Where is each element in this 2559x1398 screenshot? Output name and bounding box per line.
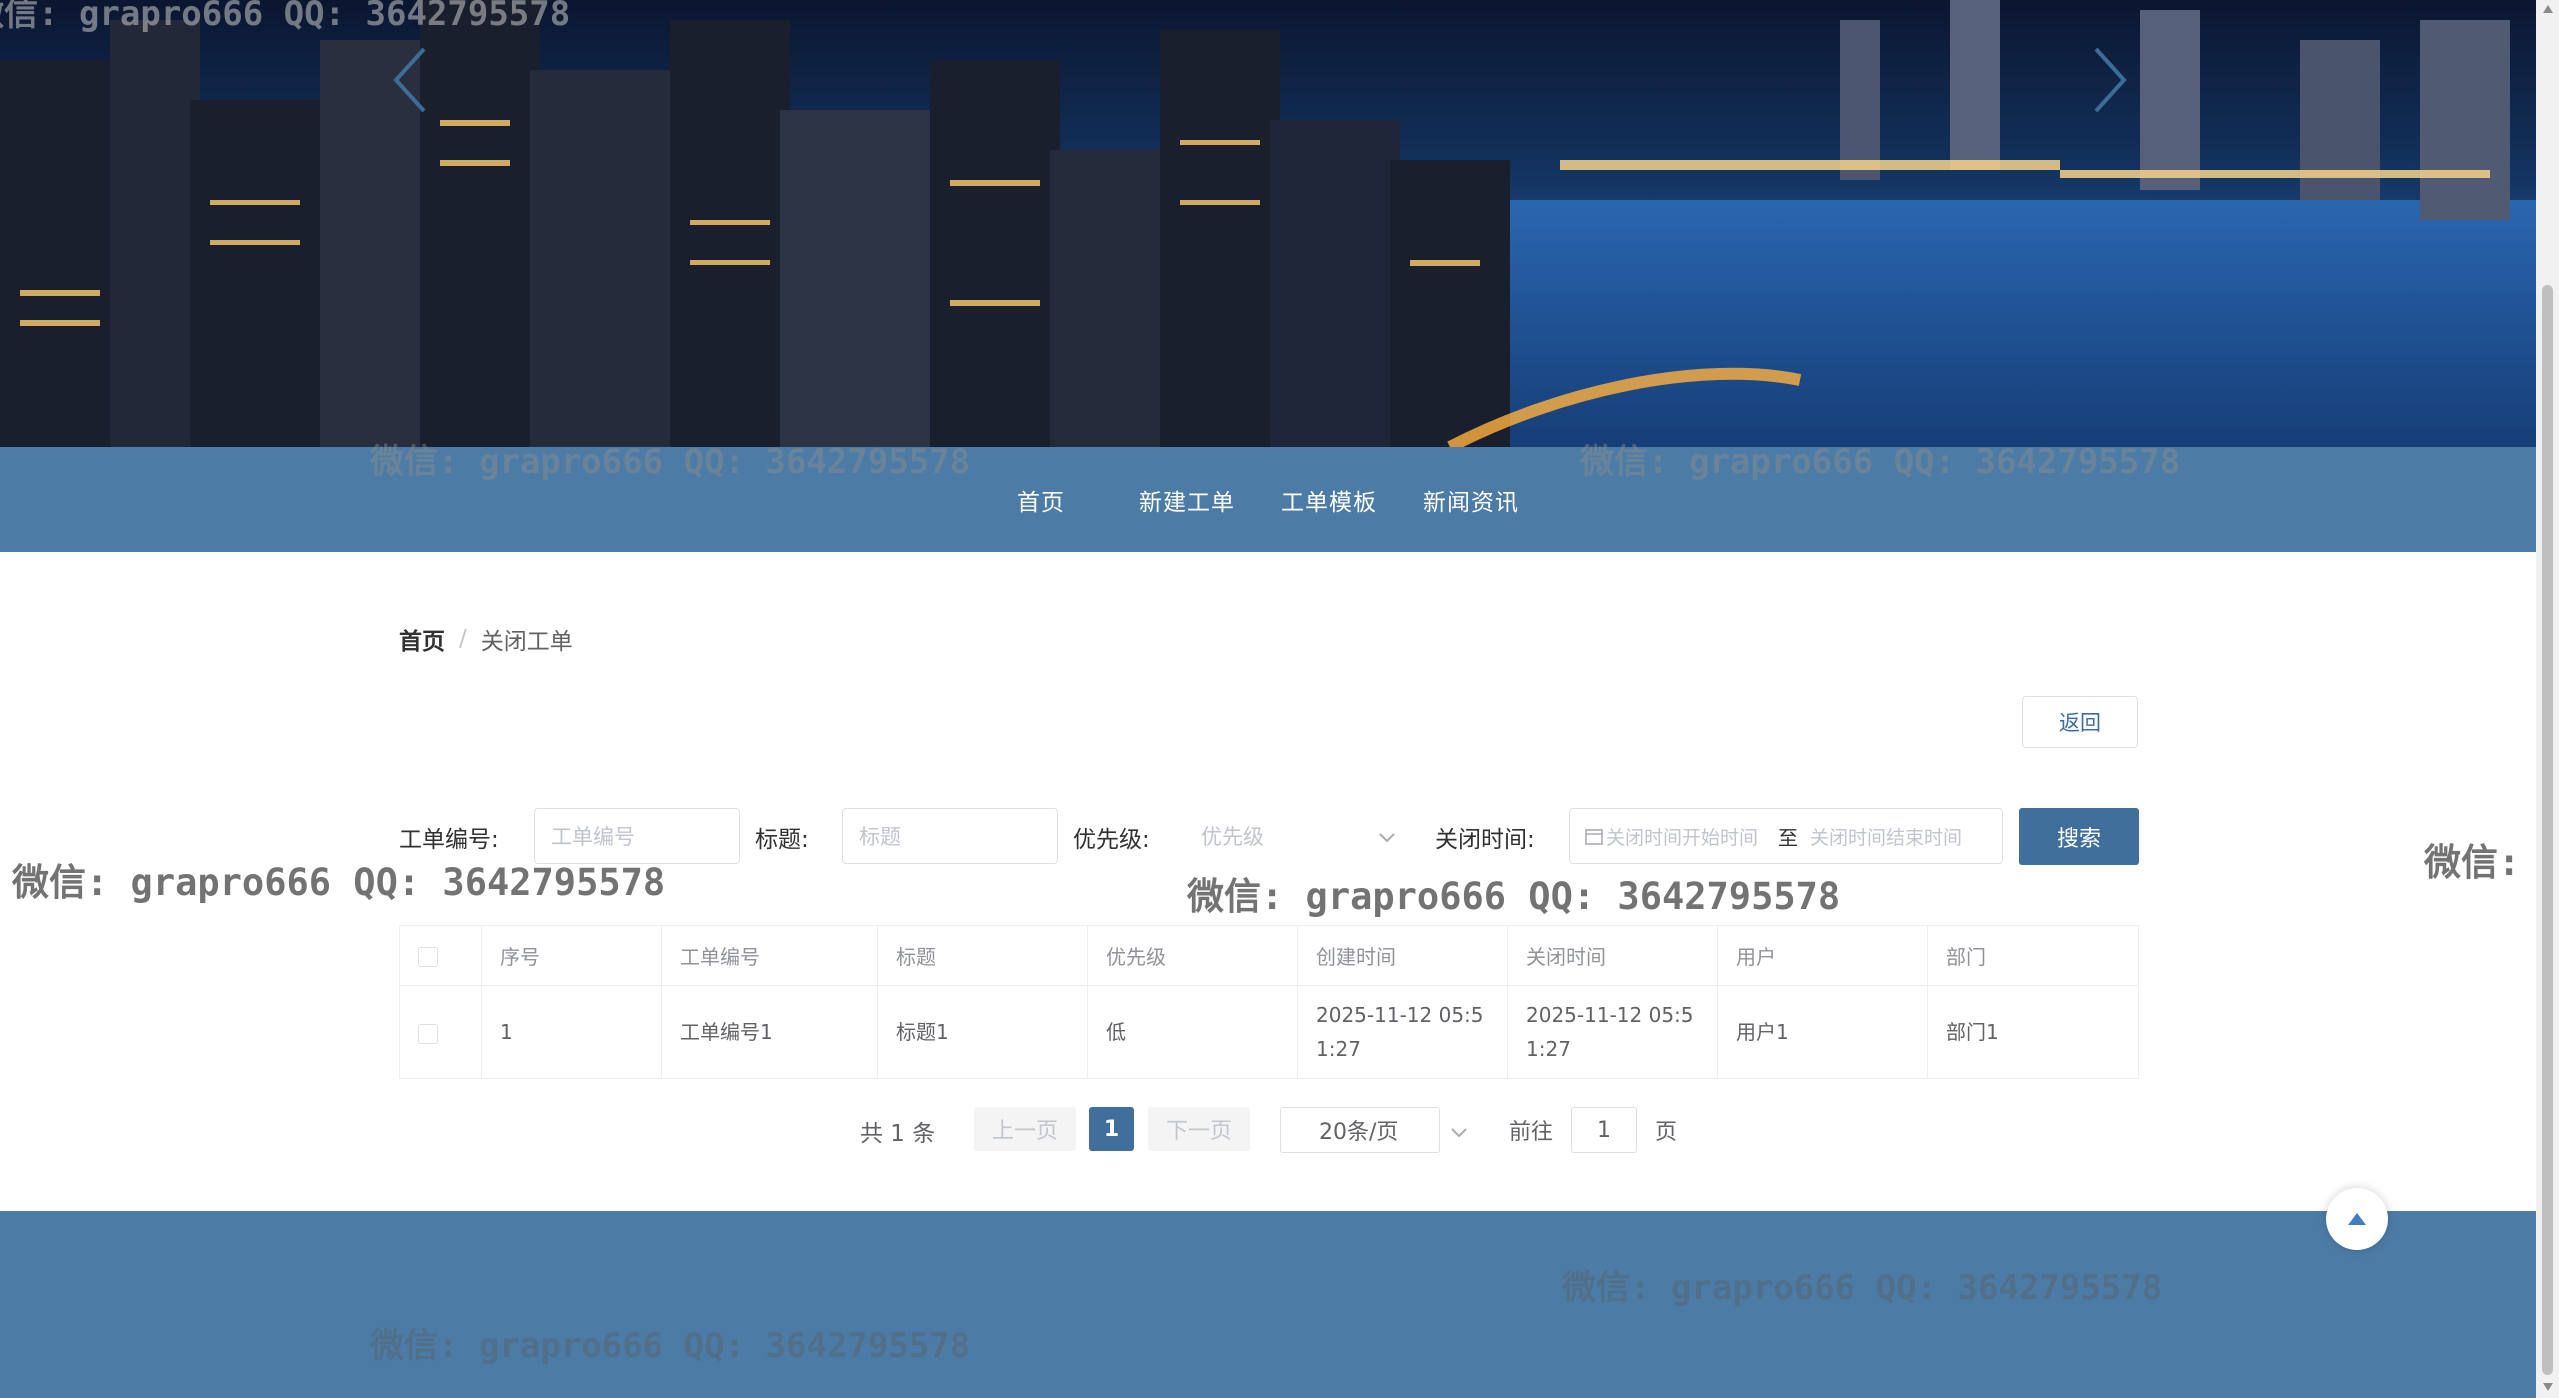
cell-ticket-no: 工单编号1 bbox=[661, 985, 878, 1079]
priority-select[interactable]: 优先级 bbox=[1180, 808, 1410, 864]
breadcrumb-separator: / bbox=[459, 626, 467, 652]
back-button[interactable]: 返回 bbox=[2022, 696, 2138, 748]
watermark-right-edge: 微信: bbox=[2424, 841, 2521, 884]
nav-item-home[interactable]: 首页 bbox=[1009, 477, 1073, 523]
cell-dept: 部门1 bbox=[1927, 985, 2139, 1079]
header-priority: 优先级 bbox=[1087, 925, 1298, 986]
cell-closed-time-line2: 1:27 bbox=[1526, 1037, 1571, 1061]
page-footer bbox=[0, 1211, 2536, 1398]
header-ticket-no: 工单编号 bbox=[661, 925, 878, 986]
breadcrumb: 首页 / 关闭工单 bbox=[399, 622, 573, 656]
priority-select-value: 优先级 bbox=[1201, 825, 1264, 849]
scrollbar-thumb[interactable] bbox=[2542, 285, 2553, 1375]
goto-page-input[interactable]: 1 bbox=[1571, 1107, 1637, 1153]
row-checkbox[interactable] bbox=[418, 1023, 438, 1044]
pagination-prev-button[interactable]: 上一页 bbox=[974, 1107, 1076, 1151]
range-separator: 至 bbox=[1778, 825, 1798, 850]
ticket-no-input[interactable]: 工单编号 bbox=[534, 808, 740, 864]
cell-priority: 低 bbox=[1087, 985, 1298, 1079]
close-time-range-picker[interactable]: 关闭时间开始时间 至 关闭时间结束时间 bbox=[1569, 808, 2003, 864]
header-user: 用户 bbox=[1717, 925, 1928, 986]
title-input[interactable]: 标题 bbox=[842, 808, 1058, 864]
chevron-down-icon bbox=[1451, 1128, 1467, 1138]
ticket-no-label: 工单编号: bbox=[399, 827, 499, 853]
breadcrumb-current: 关闭工单 bbox=[480, 629, 573, 655]
header-created-time: 创建时间 bbox=[1297, 925, 1508, 986]
scroll-up-icon[interactable] bbox=[2542, 4, 2554, 14]
hero-banner bbox=[0, 0, 2536, 447]
table-header-row: 序号 工单编号 标题 优先级 创建时间 关闭时间 用户 部门 bbox=[399, 925, 2139, 986]
goto-suffix: 页 bbox=[1655, 1120, 1678, 1145]
header-title: 标题 bbox=[877, 925, 1088, 986]
back-to-top-button[interactable] bbox=[2326, 1188, 2388, 1250]
pagination-page-1[interactable]: 1 bbox=[1089, 1107, 1134, 1151]
search-button[interactable]: 搜索 bbox=[2019, 808, 2139, 865]
goto-label: 前往 bbox=[1509, 1120, 1554, 1145]
carousel-prev-button[interactable] bbox=[390, 45, 450, 135]
caret-up-icon bbox=[2348, 1213, 2366, 1225]
select-all-checkbox[interactable] bbox=[418, 947, 438, 967]
page-scrollbar[interactable] bbox=[2536, 0, 2559, 1398]
watermark-center: 微信: grapro666 QQ: 3642795578 bbox=[1187, 875, 1841, 918]
carousel-next-button[interactable] bbox=[2090, 45, 2150, 135]
cell-created-time-line2: 1:27 bbox=[1316, 1037, 1361, 1061]
cell-title: 标题1 bbox=[877, 985, 1088, 1079]
header-closed-time: 关闭时间 bbox=[1507, 925, 1718, 986]
nav-item-news[interactable]: 新闻资讯 bbox=[1415, 477, 1527, 523]
cell-user: 用户1 bbox=[1717, 985, 1928, 1079]
cell-index: 1 bbox=[481, 985, 662, 1079]
chevron-down-icon bbox=[1379, 833, 1395, 843]
cell-created-time: 2025-11-12 05:5 1:27 bbox=[1297, 985, 1508, 1079]
close-time-label: 关闭时间: bbox=[1435, 827, 1535, 853]
title-label: 标题: bbox=[755, 827, 809, 853]
chevron-left-icon bbox=[393, 47, 426, 113]
row-select-cell[interactable] bbox=[399, 985, 482, 1079]
cell-created-time-line1: 2025-11-12 05:5 bbox=[1316, 1003, 1484, 1027]
close-time-end-input[interactable]: 关闭时间结束时间 bbox=[1810, 823, 1970, 850]
pagination-next-button[interactable]: 下一页 bbox=[1148, 1107, 1250, 1151]
chevron-right-icon bbox=[2094, 47, 2127, 113]
table-row[interactable]: 1 工单编号1 标题1 低 2025-11-12 05:5 1:27 2025-… bbox=[399, 985, 2139, 1079]
closed-ticket-table: 序号 工单编号 标题 优先级 创建时间 关闭时间 用户 部门 1 工单编号1 标… bbox=[399, 925, 2139, 1079]
cell-closed-time-line1: 2025-11-12 05:5 bbox=[1526, 1003, 1694, 1027]
city-skyline-image bbox=[0, 0, 2536, 447]
header-dept: 部门 bbox=[1927, 925, 2139, 986]
priority-label: 优先级: bbox=[1073, 827, 1150, 853]
nav-item-ticket-template[interactable]: 工单模板 bbox=[1273, 477, 1385, 523]
page-size-value: 20条/页 bbox=[1319, 1120, 1399, 1145]
breadcrumb-home[interactable]: 首页 bbox=[399, 622, 445, 656]
nav-item-new-ticket[interactable]: 新建工单 bbox=[1131, 477, 1243, 523]
close-time-start-input[interactable]: 关闭时间开始时间 bbox=[1606, 823, 1766, 850]
calendar-icon bbox=[1585, 829, 1603, 845]
header-index: 序号 bbox=[481, 925, 662, 986]
cell-closed-time: 2025-11-12 05:5 1:27 bbox=[1507, 985, 1718, 1079]
pagination-total: 共 1 条 bbox=[860, 1121, 936, 1147]
main-nav: 首页 新建工单 工单模板 新闻资讯 bbox=[0, 447, 2536, 552]
scroll-down-icon[interactable] bbox=[2542, 1382, 2554, 1392]
page-size-select[interactable]: 20条/页 bbox=[1280, 1107, 1467, 1153]
header-select-all[interactable] bbox=[399, 925, 482, 986]
